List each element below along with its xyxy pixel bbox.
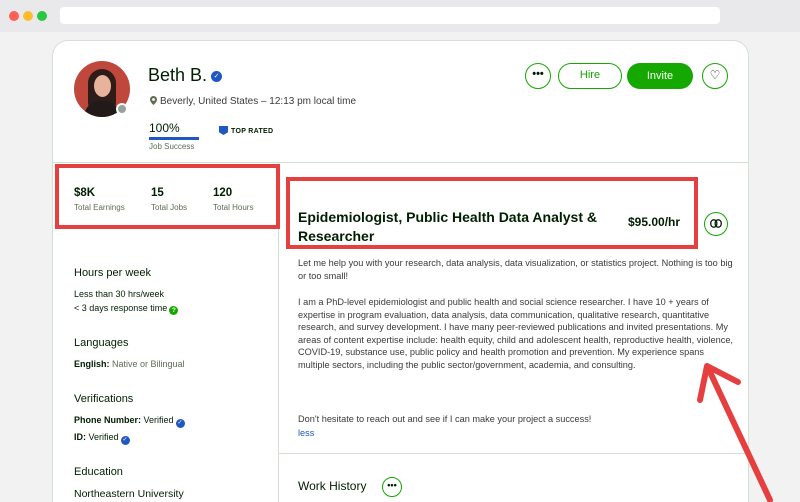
education-heading: Education	[74, 466, 123, 478]
description-body: I am a PhD-level epidemiologist and publ…	[298, 297, 733, 370]
hire-button[interactable]: Hire	[558, 63, 622, 89]
id-value: Verified	[88, 432, 119, 442]
phone-value: Verified	[143, 415, 174, 425]
verified-badge-icon: ✓	[211, 71, 223, 82]
invite-button[interactable]: Invite	[627, 63, 693, 89]
verified-check-icon: ✓	[120, 436, 130, 445]
languages-heading: Languages	[74, 337, 129, 349]
job-success-bar	[149, 137, 199, 140]
hours-per-week-value: Less than 30 hrs/week	[74, 289, 165, 299]
profile-name: Beth B.	[148, 65, 208, 85]
top-rated-icon	[219, 126, 228, 135]
show-less-link[interactable]: less	[298, 428, 314, 438]
phone-label: Phone Number:	[74, 415, 142, 425]
title-highlight-box	[286, 177, 698, 249]
maximize-window-dot[interactable]	[37, 11, 47, 21]
education-school: Northeastern University	[74, 488, 184, 500]
close-window-dot[interactable]	[9, 11, 19, 21]
description-intro: Let me help you with your research, data…	[298, 258, 733, 281]
language-row: English: Native or Bilingual	[74, 359, 185, 369]
work-history-more-button[interactable]: •••	[382, 477, 402, 497]
help-icon[interactable]: ?	[169, 306, 179, 315]
favorite-heart-button[interactable]: ♡	[702, 63, 728, 89]
online-status-indicator	[116, 103, 128, 115]
top-rated-label: TOP RATED	[231, 128, 274, 135]
location-pin-icon	[150, 96, 157, 105]
work-history-heading: Work History	[298, 479, 367, 493]
stats-highlight-box	[55, 164, 280, 229]
description-closing: Don't hesitate to reach out and see if I…	[298, 414, 592, 424]
verifications-heading: Verifications	[74, 393, 134, 405]
page-viewport: Beth B. ✓ Beverly, United States – 12:13 …	[0, 32, 800, 502]
location-text: Beverly, United States – 12:13 pm local …	[160, 96, 357, 107]
job-success-label: Job Success	[149, 142, 195, 151]
profile-card: Beth B. ✓ Beverly, United States – 12:13 …	[52, 40, 749, 502]
response-time-row: < 3 days response time?	[74, 303, 179, 315]
browser-chrome	[0, 0, 800, 32]
verified-check-icon: ✓	[175, 419, 185, 428]
id-label: ID:	[74, 432, 86, 442]
more-options-button[interactable]: •••	[525, 63, 551, 89]
response-time-text: < 3 days response time	[74, 303, 168, 313]
work-history-divider	[279, 453, 748, 454]
location-row: Beverly, United States – 12:13 pm local …	[150, 96, 356, 107]
id-verification-row: ID: Verified ✓	[74, 432, 130, 445]
profile-name-row: Beth B. ✓	[148, 65, 223, 86]
minimize-window-dot[interactable]	[23, 11, 33, 21]
language-level: Native or Bilingual	[112, 359, 185, 369]
phone-verification-row: Phone Number: Verified ✓	[74, 415, 185, 428]
language-name: English:	[74, 359, 110, 369]
header-divider	[53, 162, 748, 163]
address-bar[interactable]	[60, 7, 720, 24]
top-rated-badge: TOP RATED	[219, 126, 273, 135]
hours-per-week-heading: Hours per week	[74, 267, 152, 279]
link-icon	[710, 219, 722, 228]
job-success-value: 100%	[149, 121, 180, 135]
copy-link-button[interactable]	[704, 212, 728, 236]
